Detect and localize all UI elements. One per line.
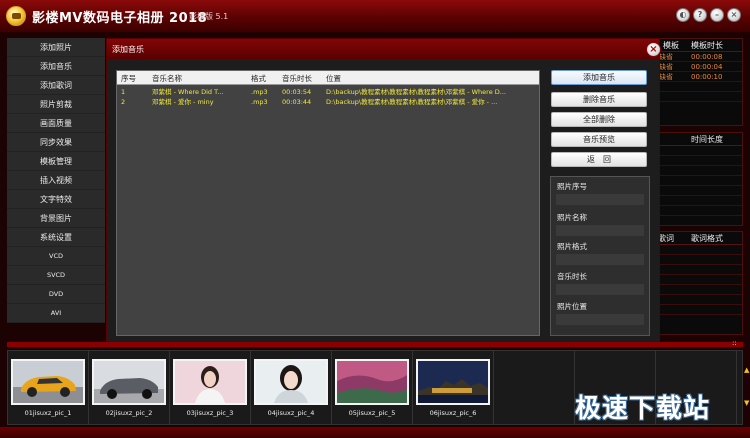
lyrics-format-header: 歌词格式 bbox=[691, 234, 723, 243]
scroll-down-icon[interactable]: ▼ bbox=[744, 399, 750, 407]
skin-button[interactable]: ◐ bbox=[676, 8, 690, 22]
col-index-header[interactable]: 序号 bbox=[121, 73, 136, 84]
menu-crop-photo[interactable]: 照片剪裁 bbox=[7, 95, 105, 114]
menu-vcd[interactable]: VCD bbox=[7, 247, 105, 266]
filmstrip-divider bbox=[7, 342, 743, 347]
grid-view-icon[interactable]: :: bbox=[732, 339, 741, 347]
dialog-close-icon[interactable]: × bbox=[646, 42, 661, 57]
menu-background-image[interactable]: 背景图片 bbox=[7, 209, 105, 228]
table-row[interactable]: 1 邓紫棋 - Where Did T... .mp3 00:03:54 D:\… bbox=[117, 87, 539, 97]
menu-text-effect[interactable]: 文字特效 bbox=[7, 190, 105, 209]
thumbnail-label: 06jisuxz_pic_6 bbox=[429, 409, 477, 417]
template-column-header: 模板 bbox=[663, 41, 679, 50]
back-button[interactable]: 返 回 bbox=[551, 152, 647, 167]
music-table: 序号 音乐名称 格式 音乐时长 位置 1 邓紫棋 - Where Did T..… bbox=[116, 70, 540, 336]
duration-header: 时间长度 bbox=[691, 135, 723, 144]
close-button[interactable]: × bbox=[727, 8, 741, 22]
minimize-button[interactable]: – bbox=[710, 8, 724, 22]
menu-insert-video[interactable]: 插入视频 bbox=[7, 171, 105, 190]
thumbnail-2[interactable]: 02jisuxz_pic_2 bbox=[89, 351, 170, 424]
photo-location-label: 照片位置 bbox=[557, 302, 587, 311]
thumbnail-label: 01jisuxz_pic_1 bbox=[24, 409, 72, 417]
thumbnail-3[interactable]: 03jisuxz_pic_3 bbox=[170, 351, 251, 424]
app-logo-icon bbox=[6, 6, 26, 26]
table-row[interactable]: 缺省 00:00:04 bbox=[656, 62, 742, 72]
thumbnail-label: 04jisuxz_pic_4 bbox=[267, 409, 315, 417]
col-duration-header[interactable]: 音乐时长 bbox=[282, 73, 312, 84]
delete-music-button[interactable]: 删除音乐 bbox=[551, 92, 647, 107]
app-title: 影楼MV数码电子相册 2018 bbox=[32, 11, 208, 26]
status-bar bbox=[0, 427, 750, 438]
title-bar: 影楼MV数码电子相册 2018 影楼版 5.1 ◐ ? – × bbox=[0, 0, 750, 33]
watermark-logo: 极速下载站 bbox=[575, 394, 711, 424]
table-row[interactable]: 缺省 00:00:10 bbox=[656, 72, 742, 82]
template-duration-header: 模板时长 bbox=[691, 41, 723, 50]
menu-image-quality[interactable]: 画面质量 bbox=[7, 114, 105, 133]
scroll-up-icon[interactable]: ▲ bbox=[744, 366, 750, 374]
thumbnail-label: 05jisuxz_pic_5 bbox=[348, 409, 396, 417]
left-menu: 添加照片 添加音乐 添加歌词 照片剪裁 画面质量 同步效果 模板管理 插入视频 … bbox=[7, 38, 105, 323]
col-location-header[interactable]: 位置 bbox=[326, 73, 341, 84]
lyrics-header: 歌词 bbox=[658, 234, 674, 243]
photo-name-value bbox=[556, 225, 644, 236]
menu-system-settings[interactable]: 系统设置 bbox=[7, 228, 105, 247]
duration-list-panel: 时间长度 bbox=[655, 132, 743, 226]
photo-format-label: 照片格式 bbox=[557, 242, 587, 251]
table-header: 序号 音乐名称 格式 音乐时长 位置 bbox=[117, 71, 539, 85]
dialog-title: 添加音乐 bbox=[112, 45, 144, 54]
photo-index-label: 照片序号 bbox=[557, 182, 587, 191]
thumbnail-1[interactable]: 01jisuxz_pic_1 bbox=[8, 351, 89, 424]
photo-info-panel: 照片序号 照片名称 照片格式 音乐时长 照片位置 bbox=[550, 176, 650, 336]
lyrics-list-panel: 歌词 歌词格式 bbox=[655, 231, 743, 335]
night-city-photo-icon bbox=[418, 361, 488, 403]
music-duration-value bbox=[556, 284, 644, 295]
portrait-photo-icon bbox=[256, 361, 326, 403]
menu-sync-effect[interactable]: 同步效果 bbox=[7, 133, 105, 152]
template-list-panel: 模板 模板时长 缺省 00:00:08 缺省 00:00:04 缺省 00:00… bbox=[655, 38, 743, 126]
photo-format-value bbox=[556, 254, 644, 265]
thumbnail-6[interactable]: 06jisuxz_pic_6 bbox=[413, 351, 494, 424]
menu-avi[interactable]: AVI bbox=[7, 304, 105, 323]
col-format-header[interactable]: 格式 bbox=[251, 73, 266, 84]
menu-add-music[interactable]: 添加音乐 bbox=[7, 57, 105, 76]
menu-add-photo[interactable]: 添加照片 bbox=[7, 38, 105, 57]
empty-thumbnail-slot[interactable] bbox=[494, 351, 575, 424]
col-name-header[interactable]: 音乐名称 bbox=[152, 73, 182, 84]
menu-add-lyrics[interactable]: 添加歌词 bbox=[7, 76, 105, 95]
photo-index-value bbox=[556, 194, 644, 205]
preview-music-button[interactable]: 音乐预览 bbox=[551, 132, 647, 147]
help-button[interactable]: ? bbox=[693, 8, 707, 22]
portrait-photo-icon bbox=[175, 361, 245, 403]
music-duration-label: 音乐时长 bbox=[557, 272, 587, 281]
table-row[interactable]: 缺省 00:00:08 bbox=[656, 52, 742, 62]
delete-all-button[interactable]: 全部删除 bbox=[551, 112, 647, 127]
add-music-button[interactable]: 添加音乐 bbox=[551, 70, 647, 85]
photo-location-value bbox=[556, 314, 644, 325]
thumbnail-4[interactable]: 04jisuxz_pic_4 bbox=[251, 351, 332, 424]
add-music-dialog: 添加音乐 × 序号 音乐名称 格式 音乐时长 位置 1 邓紫棋 - Where … bbox=[106, 38, 661, 342]
landscape-photo-icon bbox=[337, 361, 407, 403]
menu-template-manage[interactable]: 模板管理 bbox=[7, 152, 105, 171]
menu-dvd[interactable]: DVD bbox=[7, 285, 105, 304]
dialog-title-bar[interactable]: 添加音乐 bbox=[107, 39, 659, 59]
car-photo-icon bbox=[13, 361, 83, 403]
thumbnail-5[interactable]: 05jisuxz_pic_5 bbox=[332, 351, 413, 424]
thumbnail-label: 02jisuxz_pic_2 bbox=[105, 409, 153, 417]
car-photo-icon bbox=[94, 361, 164, 403]
menu-svcd[interactable]: SVCD bbox=[7, 266, 105, 285]
table-row[interactable]: 2 邓紫棋 - 爱你 - miny .mp3 00:03:44 D:\backu… bbox=[117, 97, 539, 107]
thumbnail-label: 03jisuxz_pic_3 bbox=[186, 409, 234, 417]
photo-name-label: 照片名称 bbox=[557, 213, 587, 222]
app-edition: 影楼版 5.1 bbox=[189, 12, 229, 21]
